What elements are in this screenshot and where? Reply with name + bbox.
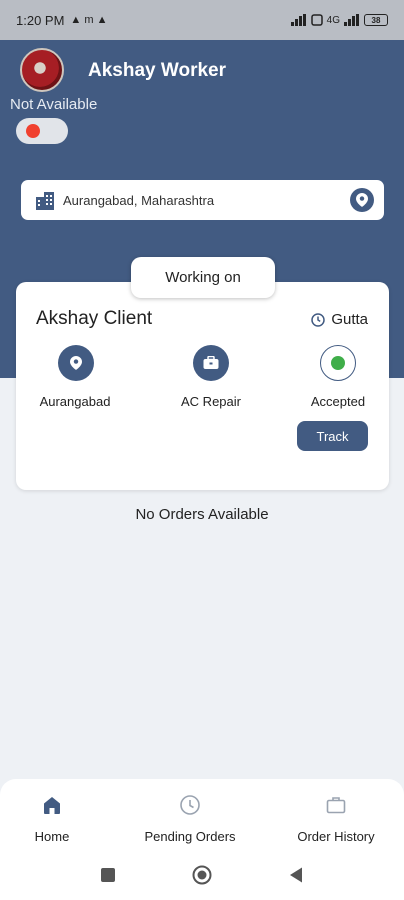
nav-home[interactable]: Home	[22, 779, 82, 859]
back-icon[interactable]	[289, 867, 303, 883]
clock-icon	[311, 312, 326, 327]
area-label: Gutta	[331, 311, 368, 328]
toggle-knob	[26, 124, 40, 138]
client-name: Akshay Client	[36, 308, 153, 329]
service-icon	[193, 345, 229, 381]
wifi-icon	[310, 14, 323, 26]
availability-toggle[interactable]	[16, 118, 68, 144]
status-bar: 1:20 PM ▲ m ▲ 4G 38	[0, 0, 404, 40]
status-dot	[331, 356, 345, 370]
map-pin-icon	[356, 193, 368, 207]
working-on-tab: Working on	[131, 257, 275, 298]
map-pin-icon	[70, 356, 82, 370]
system-navigation-bar	[0, 859, 404, 900]
order-area: Gutta	[311, 311, 368, 328]
home-button-icon[interactable]	[192, 865, 212, 885]
status-time: 1:20 PM	[16, 12, 65, 28]
track-button[interactable]: Track	[297, 421, 368, 451]
location-bar[interactable]: Aurangabad, Maharashtra	[21, 180, 384, 220]
city-icon	[36, 192, 54, 210]
notification-icons: ▲ m ▲	[70, 14, 108, 26]
empty-state-text: No Orders Available	[135, 506, 269, 523]
home-icon	[44, 797, 60, 814]
order-city: Aurangabad	[39, 394, 111, 409]
avatar[interactable]	[20, 48, 64, 92]
nav-home-label: Home	[34, 829, 70, 844]
worker-name: Akshay Worker	[88, 60, 226, 81]
location-text: Aurangabad, Maharashtra	[63, 192, 215, 208]
clock-icon	[180, 795, 200, 815]
battery-icon: 38	[364, 14, 388, 26]
signal-icon	[290, 14, 306, 26]
signal-icon-2	[344, 14, 359, 26]
bottom-navigation: Home Pending Orders Order History	[0, 779, 404, 859]
briefcase-icon	[326, 797, 346, 814]
nav-pending-label: Pending Orders	[144, 829, 236, 844]
nav-order-history[interactable]: Order History	[280, 779, 392, 859]
nav-pending-orders[interactable]: Pending Orders	[130, 779, 250, 859]
order-status: Accepted	[310, 394, 366, 409]
network-type: 4G	[326, 14, 340, 26]
order-service: AC Repair	[181, 394, 241, 409]
toolbox-icon	[203, 356, 219, 369]
nav-history-label: Order History	[297, 829, 375, 844]
accepted-status-icon	[320, 345, 356, 381]
availability-label: Not Available	[10, 96, 98, 113]
recent-apps-icon[interactable]	[101, 868, 115, 882]
city-pin-icon	[58, 345, 94, 381]
location-pin-button[interactable]	[350, 188, 374, 212]
